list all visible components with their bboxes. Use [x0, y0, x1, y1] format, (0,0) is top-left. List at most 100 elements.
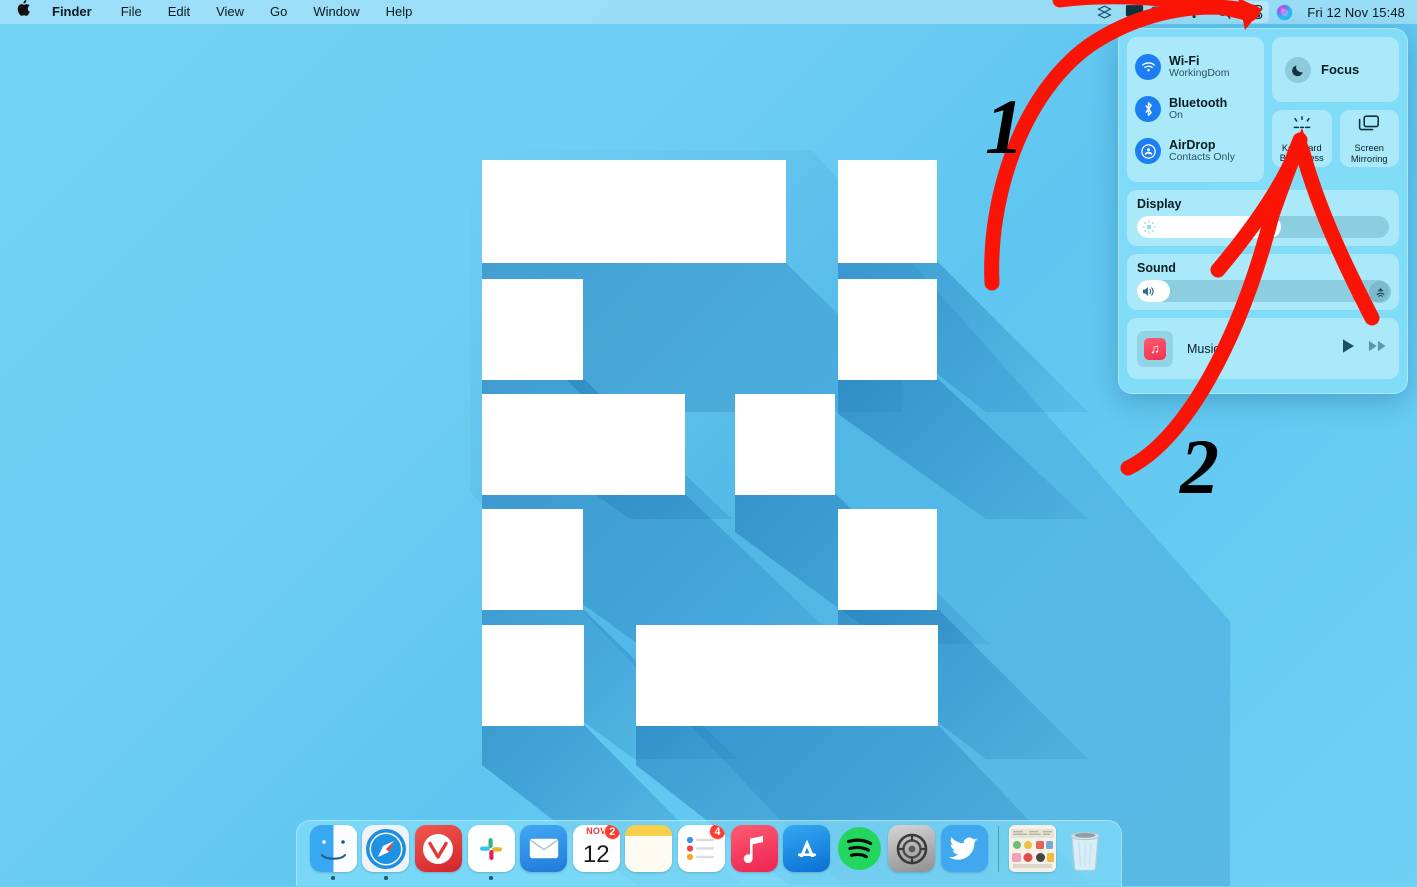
dropbox-icon[interactable]: [1089, 1, 1119, 23]
bluetooth-text: Bluetooth On: [1169, 96, 1227, 122]
dock-item-app-store[interactable]: [780, 825, 833, 887]
airplay-audio-icon[interactable]: [1369, 281, 1391, 303]
sound-slider-wrap: [1137, 280, 1389, 302]
speaker-volume-icon: [1141, 284, 1156, 299]
wifi-icon: [1135, 54, 1161, 80]
sound-volume-slider[interactable]: [1137, 280, 1389, 302]
apple-logo-icon[interactable]: [12, 0, 44, 24]
keyboard-brightness-icon: [1289, 116, 1315, 139]
dock-item-spotify[interactable]: [833, 825, 886, 887]
reminders-badge: 4: [709, 825, 725, 840]
screen-mirroring-label-line2: Mirroring: [1351, 154, 1388, 164]
moon-icon: [1285, 57, 1311, 83]
airdrop-status: Contacts Only: [1169, 152, 1235, 164]
trash-icon: [1061, 825, 1108, 872]
wallpaper-tile: [636, 625, 938, 726]
dock-item-safari[interactable]: [360, 825, 413, 887]
running-indicator: [542, 876, 546, 880]
dock-item-twitter[interactable]: [938, 825, 991, 887]
keyboard-brightness-button[interactable]: Keyboard Brightness: [1272, 110, 1332, 167]
airdrop-toggle[interactable]: AirDrop Contacts Only: [1135, 130, 1256, 172]
control-center-panel: Wi-Fi WorkingDom Bluetooth On AirDro: [1118, 28, 1408, 394]
app-store-icon: [783, 825, 830, 872]
battery-icon[interactable]: [1149, 1, 1179, 23]
display-card: Display: [1127, 190, 1399, 246]
airdrop-title: AirDrop: [1169, 138, 1235, 152]
dock-item-downloads-stack[interactable]: [1006, 825, 1059, 887]
running-indicator: [1030, 876, 1034, 880]
display-menu-icon[interactable]: [1119, 1, 1149, 23]
running-indicator: [962, 876, 966, 880]
control-center-top-row: Wi-Fi WorkingDom Bluetooth On AirDro: [1127, 37, 1399, 182]
dock-item-slack[interactable]: [465, 825, 518, 887]
running-indicator: [436, 876, 440, 880]
running-indicator: [594, 876, 598, 880]
notes-body: [625, 836, 672, 872]
dock-item-calendar[interactable]: NOV 12 2: [570, 825, 623, 887]
calendar-icon: NOV 12 2: [573, 825, 620, 872]
wifi-network-name: WorkingDom: [1169, 68, 1230, 80]
keyboard-brightness-label: Keyboard Brightness: [1280, 143, 1324, 164]
wifi-toggle[interactable]: Wi-Fi WorkingDom: [1135, 46, 1256, 88]
dock-item-reminders[interactable]: 4: [675, 825, 728, 887]
running-indicator: [331, 876, 335, 880]
menu-bar-left: Finder File Edit View Go Window Help: [0, 0, 425, 24]
control-center-icon[interactable]: [1239, 1, 1269, 23]
wifi-title: Wi-Fi: [1169, 54, 1230, 68]
siri-icon[interactable]: [1269, 1, 1299, 23]
dock-item-mail[interactable]: [517, 825, 570, 887]
wallpaper-tile: [482, 394, 685, 495]
music-album-art: ♫: [1137, 331, 1173, 367]
menu-bar-clock[interactable]: Fri 12 Nov 15:48: [1299, 5, 1405, 20]
running-indicator: [805, 876, 809, 880]
tile-shadow: [838, 379, 1088, 519]
dock-item-finder[interactable]: [307, 825, 360, 887]
wallpaper-tile: [838, 160, 937, 263]
bluetooth-status: On: [1169, 110, 1227, 122]
running-indicator: [489, 876, 493, 880]
menu-item-go[interactable]: Go: [257, 0, 300, 24]
airdrop-text: AirDrop Contacts Only: [1169, 138, 1235, 164]
vivaldi-icon: [415, 825, 462, 872]
music-widget[interactable]: ♫ Music: [1127, 318, 1399, 379]
twitter-icon: [941, 825, 988, 872]
menu-item-window[interactable]: Window: [300, 0, 372, 24]
running-indicator: [1083, 876, 1087, 880]
menu-item-finder[interactable]: Finder: [44, 0, 108, 24]
wifi-icon[interactable]: [1179, 1, 1209, 23]
keyboard-brightness-label-line2: Brightness: [1280, 153, 1324, 163]
dock-item-vivaldi[interactable]: [412, 825, 465, 887]
music-app-icon: [731, 825, 778, 872]
wallpaper-tile: [838, 509, 937, 610]
running-indicator: [699, 876, 703, 880]
dock-item-music[interactable]: [728, 825, 781, 887]
dock-item-notes[interactable]: [623, 825, 676, 887]
sound-card: Sound: [1127, 254, 1399, 310]
calendar-day: 12: [573, 837, 620, 872]
focus-button[interactable]: Focus: [1272, 37, 1399, 102]
play-icon[interactable]: [1341, 338, 1356, 359]
wallpaper-tile: [735, 394, 835, 495]
menu-item-help[interactable]: Help: [373, 0, 426, 24]
display-label: Display: [1137, 197, 1389, 211]
dock-item-trash[interactable]: [1058, 825, 1111, 887]
dock-item-system-preferences[interactable]: [886, 825, 939, 887]
wallpaper-tile: [482, 509, 583, 610]
music-note-icon: ♫: [1144, 338, 1166, 360]
control-center-tiles: Keyboard Brightness Screen Mirroring: [1272, 110, 1399, 167]
display-brightness-slider[interactable]: [1137, 216, 1389, 238]
running-indicator: [647, 876, 651, 880]
wallpaper-tile: [482, 625, 584, 726]
menu-bar: Finder File Edit View Go Window Help: [0, 0, 1417, 24]
focus-label: Focus: [1321, 62, 1359, 77]
menu-item-edit[interactable]: Edit: [155, 0, 203, 24]
bluetooth-toggle[interactable]: Bluetooth On: [1135, 88, 1256, 130]
menu-item-view[interactable]: View: [203, 0, 257, 24]
fast-forward-icon[interactable]: [1368, 339, 1387, 358]
reminders-icon: 4: [678, 825, 725, 872]
screen-mirroring-icon: [1358, 115, 1380, 139]
screen-mirroring-button[interactable]: Screen Mirroring: [1340, 110, 1400, 167]
search-icon[interactable]: [1209, 1, 1239, 23]
screen-mirroring-label: Screen Mirroring: [1351, 143, 1388, 164]
menu-item-file[interactable]: File: [108, 0, 155, 24]
